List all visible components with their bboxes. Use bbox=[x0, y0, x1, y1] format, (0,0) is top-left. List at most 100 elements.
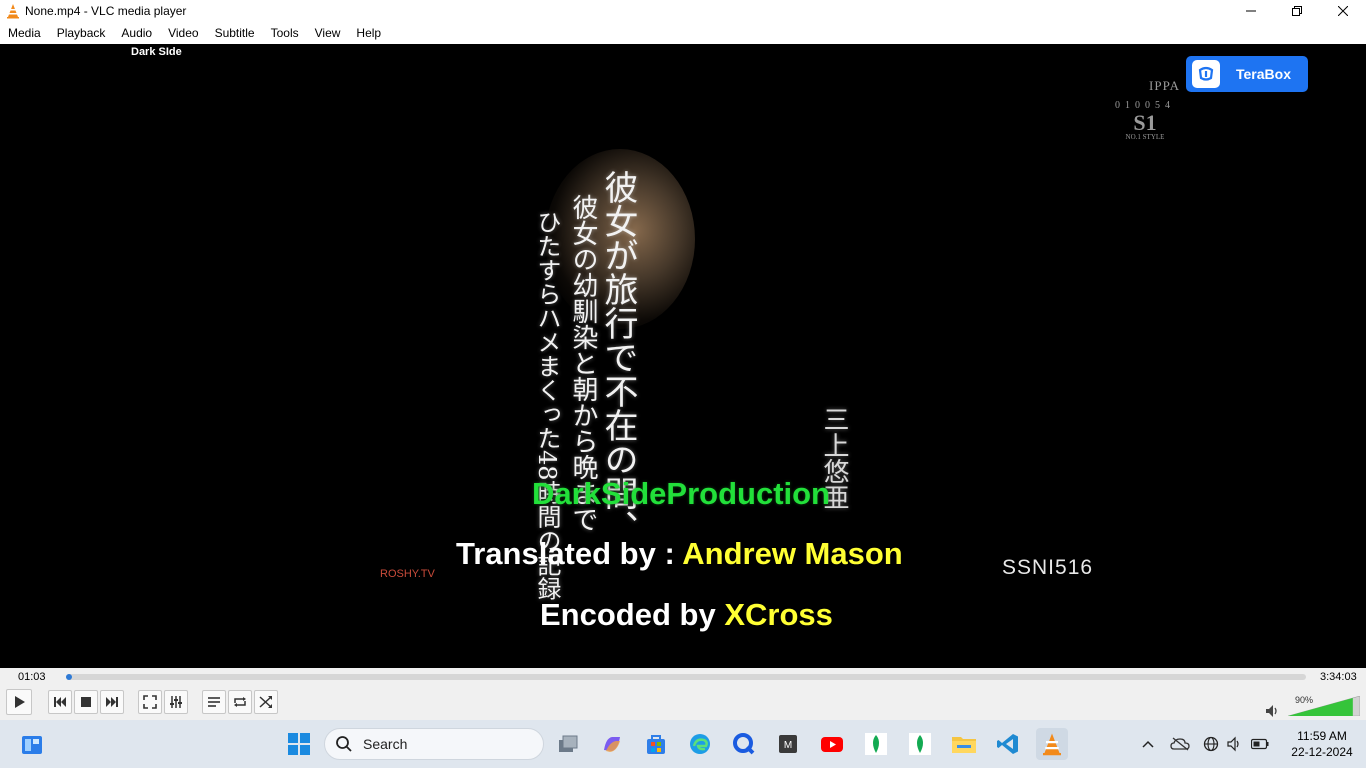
roshy-watermark: ROSHY.TV bbox=[380, 568, 435, 580]
search-placeholder: Search bbox=[363, 736, 408, 752]
watermark-dark-side: Dark SIde bbox=[131, 46, 182, 58]
seek-progress bbox=[66, 674, 73, 680]
volume-icon[interactable] bbox=[1264, 703, 1280, 719]
widgets-button[interactable] bbox=[16, 728, 48, 760]
shuffle-button[interactable] bbox=[254, 690, 278, 714]
minimize-button[interactable] bbox=[1228, 0, 1274, 22]
store-icon bbox=[647, 735, 665, 754]
playback-controls: 01:03 3:34:03 90% bbox=[0, 668, 1366, 720]
terabox-button[interactable]: TeraBox bbox=[1186, 56, 1308, 92]
vlc-taskbar-icon bbox=[1043, 733, 1061, 756]
quick-app-button[interactable] bbox=[728, 728, 760, 760]
video-area[interactable]: Dark SIde TeraBox IPPA 010054 S1 NO.1 ST… bbox=[0, 44, 1366, 668]
mongodb-shell-button[interactable] bbox=[904, 728, 936, 760]
playlist-button[interactable] bbox=[202, 690, 226, 714]
vlc-taskbar-button[interactable] bbox=[1036, 728, 1068, 760]
youtube-icon bbox=[821, 737, 843, 752]
ippa-mark: IPPA bbox=[1149, 78, 1180, 93]
mongodb-leaf-icon bbox=[865, 733, 887, 755]
minimize-icon bbox=[1246, 10, 1256, 12]
restore-button[interactable] bbox=[1274, 0, 1320, 22]
start-button[interactable] bbox=[283, 728, 315, 760]
total-time: 3:34:03 bbox=[1320, 671, 1357, 683]
store-button[interactable] bbox=[640, 728, 672, 760]
menu-media[interactable]: Media bbox=[0, 22, 49, 44]
clock-date: 22-12-2024 bbox=[1291, 745, 1353, 759]
menu-subtitle[interactable]: Subtitle bbox=[207, 22, 263, 44]
vlc-icon bbox=[7, 4, 19, 19]
show-hidden-icons-button[interactable] bbox=[1136, 728, 1160, 760]
chevron-up-icon bbox=[1142, 740, 1154, 748]
taskbar-search[interactable]: Search bbox=[324, 728, 544, 760]
taskbar: Search M 11:59 AM 22-12-2024 bbox=[0, 720, 1366, 768]
previous-button[interactable] bbox=[48, 690, 72, 714]
subtitle-translated-by: Translated by : Andrew Mason bbox=[456, 536, 903, 572]
svg-text:M: M bbox=[784, 740, 792, 751]
close-icon bbox=[1338, 6, 1348, 16]
previous-icon bbox=[54, 697, 66, 707]
q-app-icon bbox=[733, 733, 755, 755]
subtitle-encoded-by: Encoded by XCross bbox=[540, 597, 833, 633]
extended-settings-button[interactable] bbox=[164, 690, 188, 714]
volume-tray-button[interactable] bbox=[1224, 728, 1246, 760]
menu-tools[interactable]: Tools bbox=[263, 22, 307, 44]
menu-help[interactable]: Help bbox=[348, 22, 389, 44]
file-explorer-button[interactable] bbox=[948, 728, 980, 760]
mongodb-leaf-icon-2 bbox=[909, 733, 931, 755]
loop-button[interactable] bbox=[228, 690, 252, 714]
menu-playback[interactable]: Playback bbox=[49, 22, 114, 44]
seek-bar[interactable] bbox=[66, 674, 1306, 680]
menu-audio[interactable]: Audio bbox=[113, 22, 160, 44]
play-icon bbox=[15, 696, 25, 708]
studio-logo: IPPA 010054 S1 NO.1 STYLE bbox=[1104, 78, 1186, 162]
task-view-icon bbox=[559, 735, 578, 752]
video-code: SSNI516 bbox=[1002, 556, 1094, 579]
next-button[interactable] bbox=[100, 690, 124, 714]
task-view-button[interactable] bbox=[552, 728, 584, 760]
youtube-button[interactable] bbox=[816, 728, 848, 760]
restore-icon bbox=[1292, 6, 1302, 16]
mongodb-compass-button[interactable] bbox=[860, 728, 892, 760]
fullscreen-button[interactable] bbox=[138, 690, 162, 714]
playlist-icon bbox=[208, 697, 220, 707]
battery-button[interactable] bbox=[1248, 728, 1272, 760]
network-button[interactable] bbox=[1200, 728, 1222, 760]
subtitle-encoder-name: XCross bbox=[724, 597, 833, 632]
window-controls bbox=[1228, 0, 1366, 22]
loop-icon bbox=[234, 697, 246, 707]
windows-start-icon bbox=[288, 733, 310, 755]
widgets-icon bbox=[22, 736, 42, 754]
clock[interactable]: 11:59 AM 22-12-2024 bbox=[1284, 728, 1360, 760]
subtitle-production: DarkSideProduction bbox=[532, 476, 830, 511]
terabox-label: TeraBox bbox=[1236, 66, 1291, 82]
volume-slider[interactable] bbox=[1288, 696, 1360, 716]
menu-video[interactable]: Video bbox=[160, 22, 206, 44]
m-app-icon: M bbox=[779, 735, 797, 753]
onedrive-button[interactable] bbox=[1168, 728, 1192, 760]
copilot-button[interactable] bbox=[596, 728, 628, 760]
copilot-icon bbox=[604, 737, 620, 752]
globe-icon bbox=[1203, 736, 1219, 752]
current-time: 01:03 bbox=[18, 671, 46, 683]
m-app-button[interactable]: M bbox=[772, 728, 804, 760]
search-icon bbox=[336, 736, 352, 752]
close-button[interactable] bbox=[1320, 0, 1366, 22]
edge-button[interactable] bbox=[684, 728, 716, 760]
folder-icon bbox=[952, 737, 976, 753]
edge-icon bbox=[690, 734, 710, 754]
subtitle-encoded-prefix: Encoded by bbox=[540, 597, 725, 632]
window-title: None.mp4 - VLC media player bbox=[25, 4, 187, 18]
s1-mark: S1 bbox=[1133, 110, 1157, 135]
shuffle-icon bbox=[259, 696, 272, 708]
clock-time: 11:59 AM bbox=[1297, 729, 1347, 743]
stop-icon bbox=[81, 697, 91, 707]
fullscreen-icon bbox=[143, 695, 157, 709]
vscode-button[interactable] bbox=[992, 728, 1024, 760]
stop-button[interactable] bbox=[74, 690, 98, 714]
equalizer-icon bbox=[170, 696, 182, 708]
title-bar: None.mp4 - VLC media player bbox=[0, 0, 1366, 22]
play-button[interactable] bbox=[6, 689, 32, 715]
menu-view[interactable]: View bbox=[307, 22, 349, 44]
terabox-icon bbox=[1192, 60, 1220, 88]
speaker-icon bbox=[1227, 736, 1239, 752]
